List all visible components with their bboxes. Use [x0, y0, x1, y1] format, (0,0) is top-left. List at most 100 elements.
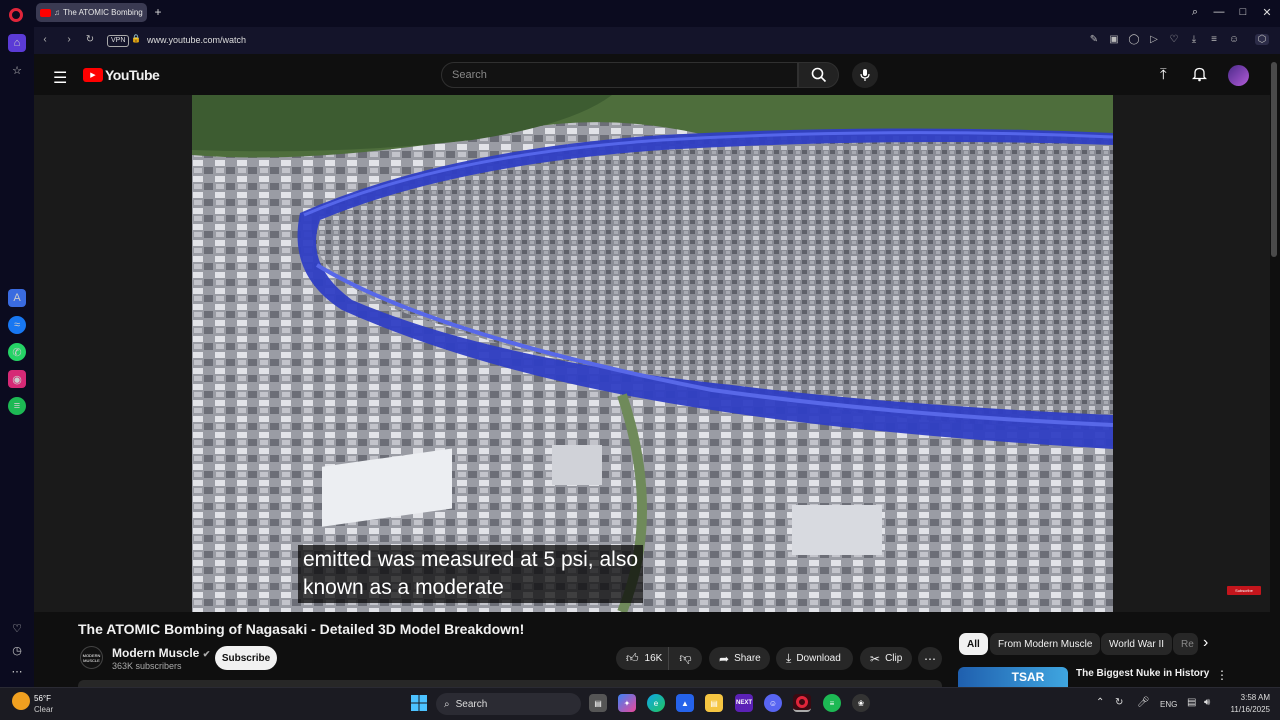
- vpn-badge[interactable]: VPN: [107, 35, 130, 47]
- caption-line-1: emitted was measured at 5 psi, also: [303, 548, 638, 571]
- opera-logo-icon[interactable]: [9, 8, 23, 22]
- maximize-icon[interactable]: □: [1236, 6, 1250, 18]
- channel-name[interactable]: Modern Muscle ✔: [112, 646, 210, 660]
- subscribe-button[interactable]: Subscribe: [215, 646, 277, 670]
- spotify-icon[interactable]: ≡: [8, 397, 26, 415]
- url-field[interactable]: www.youtube.com/watch: [147, 35, 246, 45]
- description-box[interactable]: [78, 680, 942, 687]
- share-label: Share: [734, 653, 761, 664]
- whatsapp-icon[interactable]: ✆: [8, 343, 26, 361]
- taskbar-search-icon: ⌕: [444, 698, 450, 710]
- tab-title: The ATOMIC Bombing: [63, 8, 143, 17]
- video-caption: emitted was measured at 5 psi, also know…: [298, 545, 643, 603]
- tray-overflow-icon[interactable]: ⌃: [1096, 697, 1104, 708]
- volume-icon[interactable]: 🔊︎: [1204, 697, 1210, 708]
- opera-taskbar-icon[interactable]: [793, 694, 811, 712]
- edit-icon[interactable]: ✎: [1087, 34, 1101, 45]
- channel-avatar[interactable]: MODERN MUSCLE: [80, 646, 103, 669]
- chip-world-war-ii[interactable]: World War II: [1101, 633, 1173, 655]
- aria-icon[interactable]: A: [8, 289, 26, 307]
- instagram-icon[interactable]: ◉: [8, 370, 26, 388]
- taskbar-search[interactable]: ⌕ Search: [436, 693, 581, 715]
- windows-taskbar: [0, 687, 1280, 720]
- youtube-logo[interactable]: ▶ YouTube: [83, 67, 160, 83]
- account-avatar[interactable]: [1228, 65, 1249, 86]
- recommended-title[interactable]: The Biggest Nuke in History: [1076, 668, 1209, 679]
- player-icon[interactable]: ▷: [1147, 34, 1161, 45]
- tab-search-icon[interactable]: ⌕: [1188, 6, 1202, 19]
- menu-icon[interactable]: ≡: [1207, 34, 1221, 45]
- new-tab-button[interactable]: +: [152, 6, 164, 18]
- download-icon[interactable]: ⤓: [1187, 34, 1201, 45]
- adblock-icon[interactable]: ◯: [1127, 34, 1141, 45]
- like-count: 16K: [644, 653, 663, 664]
- video-frame[interactable]: [192, 95, 1113, 612]
- chip-overflow[interactable]: Re: [1173, 633, 1198, 655]
- close-icon[interactable]: ✕: [1260, 6, 1274, 19]
- sync-icon[interactable]: ↻: [1115, 697, 1123, 708]
- youtube-logo-text: YouTube: [105, 67, 160, 83]
- weather-condition[interactable]: Clear: [34, 705, 53, 714]
- more-icon[interactable]: ⋯: [8, 662, 26, 680]
- lock-icon[interactable]: 🔒: [129, 34, 143, 43]
- microphone-tray-icon[interactable]: 🎤︎: [1137, 697, 1150, 708]
- search-icon: [811, 67, 826, 83]
- clip-button[interactable]: ✂ Clip: [860, 647, 912, 670]
- search-button[interactable]: [798, 62, 839, 88]
- page-scrollbar[interactable]: [1271, 62, 1277, 257]
- download-button[interactable]: ⤓ Download: [776, 647, 853, 670]
- like-button[interactable]: 👍︎ 16K: [616, 647, 668, 670]
- camera-icon[interactable]: ▣: [1107, 34, 1121, 45]
- weather-icon[interactable]: [12, 692, 30, 710]
- search-input[interactable]: Search: [441, 62, 798, 88]
- extensions-icon[interactable]: ⬡: [1255, 34, 1269, 45]
- subscribe-watermark[interactable]: Subscribe: [1227, 586, 1261, 595]
- taskbar-search-label: Search: [455, 698, 488, 710]
- dislike-button[interactable]: 👎︎: [668, 647, 702, 670]
- photos-icon[interactable]: ▲: [676, 694, 694, 712]
- share-button[interactable]: ➦ Share: [709, 647, 770, 670]
- recommended-thumbnail[interactable]: TSAR: [958, 667, 1068, 687]
- more-actions-button[interactable]: ⋯: [918, 647, 942, 670]
- spotify-taskbar-icon[interactable]: ≡: [823, 694, 841, 712]
- browser-tab[interactable]: ♫ The ATOMIC Bombing: [36, 3, 147, 22]
- discord-icon[interactable]: ☺: [764, 694, 782, 712]
- scissors-icon: ✂: [870, 651, 881, 666]
- copilot-icon[interactable]: ✦: [618, 694, 636, 712]
- hamburger-menu-icon[interactable]: ☰: [53, 68, 67, 88]
- favorite-icon[interactable]: ♡: [1167, 34, 1181, 45]
- network-icon[interactable]: ▤: [1187, 697, 1196, 708]
- star-icon[interactable]: ☆: [8, 61, 26, 79]
- caption-line-2: known as a moderate: [303, 576, 504, 599]
- back-icon[interactable]: ‹: [38, 34, 52, 45]
- chevron-right-icon[interactable]: ›: [1203, 634, 1208, 652]
- language-indicator[interactable]: ENG: [1160, 700, 1177, 709]
- heart-icon[interactable]: ♡: [8, 619, 26, 637]
- voice-search-button[interactable]: [852, 62, 878, 88]
- channel-name-text[interactable]: Modern Muscle: [112, 646, 199, 660]
- speaker-icon[interactable]: ♫: [54, 8, 60, 17]
- chip-from-channel[interactable]: From Modern Muscle: [990, 633, 1101, 655]
- thumbs-up-icon: 👍︎: [626, 651, 639, 665]
- minimize-icon[interactable]: —: [1212, 6, 1226, 18]
- notifications-bell-icon[interactable]: [1191, 66, 1208, 87]
- recommended-more-icon[interactable]: ⋮: [1216, 668, 1228, 682]
- edge-icon[interactable]: e: [647, 694, 665, 712]
- next-app-icon[interactable]: NEXT: [735, 694, 753, 712]
- reload-icon[interactable]: ↻: [83, 34, 97, 45]
- upload-icon[interactable]: ⤒: [1160, 66, 1167, 83]
- clock-time[interactable]: 3:58 AM: [1226, 693, 1270, 702]
- chatgpt-icon[interactable]: ❀: [852, 694, 870, 712]
- clock-date[interactable]: 11/16/2025: [1220, 705, 1270, 714]
- file-explorer-icon[interactable]: ▤: [705, 694, 723, 712]
- windows-start-icon[interactable]: [410, 694, 428, 712]
- chip-all[interactable]: All: [959, 633, 988, 655]
- download-label: Download: [796, 653, 841, 664]
- history-icon[interactable]: ◷: [8, 641, 26, 659]
- task-view-icon[interactable]: ▤: [589, 694, 607, 712]
- weather-temperature[interactable]: 56°F: [34, 694, 51, 703]
- messenger-icon[interactable]: ≈: [8, 316, 26, 334]
- forward-icon[interactable]: ›: [62, 34, 76, 45]
- profile-icon[interactable]: ☺: [1227, 34, 1241, 45]
- home-icon[interactable]: ⌂: [8, 34, 26, 52]
